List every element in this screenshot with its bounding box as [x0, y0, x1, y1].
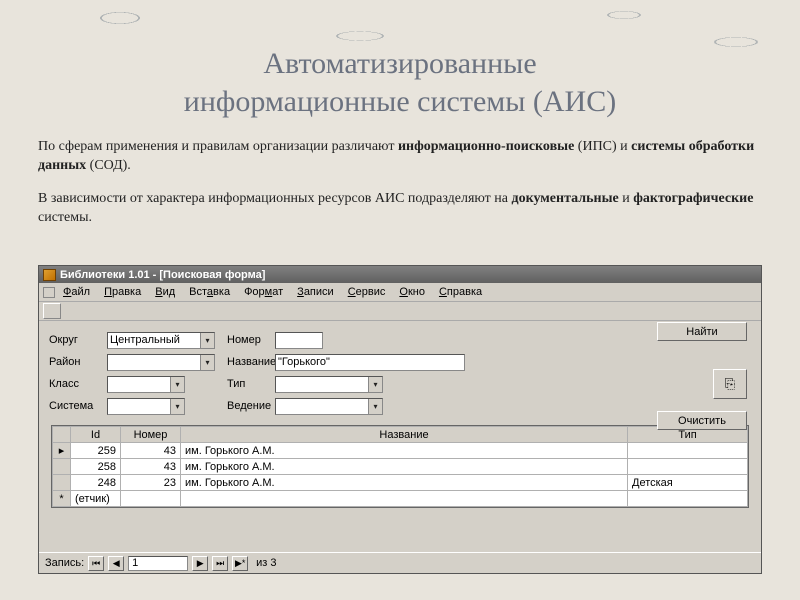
nav-last-icon[interactable]: ⏭ [212, 556, 228, 571]
mdi-icon [43, 287, 55, 298]
combo-okrug[interactable]: Центральный [107, 332, 215, 349]
nav-prev-icon[interactable]: ◀ [108, 556, 124, 571]
toolbar-button[interactable] [145, 303, 163, 319]
label-nomer: Номер [215, 334, 275, 346]
body-text: По сферам применения и правилам организа… [0, 120, 800, 228]
menu-records[interactable]: Записи [291, 285, 340, 299]
label-rayon: Район [49, 356, 107, 368]
window-title: Библиотеки 1.01 - [Поисковая форма] [60, 269, 265, 281]
combo-tip[interactable] [275, 376, 383, 393]
chevron-down-icon[interactable] [170, 377, 184, 392]
exit-button[interactable]: ⎘ [713, 369, 747, 399]
chevron-down-icon[interactable] [200, 333, 214, 348]
col-id[interactable]: Id [71, 427, 121, 443]
app-icon [43, 269, 56, 281]
toolbar-button[interactable] [382, 303, 400, 319]
row-header [53, 427, 71, 443]
toolbar [39, 302, 761, 321]
toolbar-button[interactable] [209, 303, 227, 319]
toolbar-button[interactable] [427, 303, 445, 319]
menu-format[interactable]: Формат [238, 285, 289, 299]
menu-help[interactable]: Справка [433, 285, 488, 299]
col-nazvanie[interactable]: Название [181, 427, 628, 443]
label-klass: Класс [49, 378, 107, 390]
toolbar-button[interactable] [318, 303, 336, 319]
toolbar-button[interactable] [107, 303, 125, 319]
titlebar: Библиотеки 1.01 - [Поисковая форма] [39, 266, 761, 283]
combo-rayon[interactable] [107, 354, 215, 371]
toolbar-button[interactable] [446, 303, 464, 319]
toolbar-button[interactable] [337, 303, 355, 319]
toolbar-button[interactable] [43, 303, 61, 319]
chevron-down-icon[interactable] [200, 355, 214, 370]
combo-sistema[interactable] [107, 398, 185, 415]
exit-icon: ⎘ [725, 376, 735, 392]
toolbar-button[interactable] [62, 303, 80, 319]
label-okrug: Округ [49, 334, 107, 346]
toolbar-button[interactable] [273, 303, 291, 319]
find-button[interactable]: Найти [657, 322, 747, 341]
menu-tools[interactable]: Сервис [342, 285, 392, 299]
input-nomer[interactable] [275, 332, 323, 349]
table-row[interactable]: 258 43 им. Горького А.М. [53, 459, 748, 475]
record-total: из 3 [252, 557, 276, 569]
menu-edit[interactable]: Правка [98, 285, 147, 299]
toolbar-button[interactable] [81, 303, 99, 319]
label-nazvanie: Название [215, 356, 275, 368]
toolbar-button[interactable] [190, 303, 208, 319]
results-grid[interactable]: Id Номер Название Тип ▸ 259 43 им. Горьк… [51, 425, 749, 508]
menubar: Файл Правка Вид Вставка Формат Записи Се… [39, 283, 761, 302]
toolbar-button[interactable] [164, 303, 182, 319]
clear-button[interactable]: Очистить [657, 411, 747, 430]
nav-new-icon[interactable]: ▶* [232, 556, 248, 571]
chevron-down-icon[interactable] [368, 377, 382, 392]
label-tip: Тип [215, 378, 275, 390]
menu-file[interactable]: Файл [57, 285, 96, 299]
menu-insert[interactable]: Вставка [183, 285, 236, 299]
toolbar-button[interactable] [292, 303, 310, 319]
table-row[interactable]: 248 23 им. Горького А.М. Детская [53, 475, 748, 491]
label-vedenie: Ведение [215, 400, 275, 412]
menu-view[interactable]: Вид [149, 285, 181, 299]
col-nomer[interactable]: Номер [121, 427, 181, 443]
row-selector-icon[interactable]: ▸ [53, 443, 71, 459]
toolbar-button[interactable] [235, 303, 253, 319]
chevron-down-icon[interactable] [170, 399, 184, 414]
search-form: Округ Центральный Номер Район Название "… [39, 321, 761, 421]
table-row[interactable]: ▸ 259 43 им. Горького А.М. [53, 443, 748, 459]
app-window: Библиотеки 1.01 - [Поисковая форма] Файл… [38, 265, 762, 574]
toolbar-button[interactable] [356, 303, 374, 319]
toolbar-button[interactable] [126, 303, 144, 319]
toolbar-button[interactable] [254, 303, 272, 319]
table-row-new[interactable]: * (етчик) [53, 491, 748, 507]
record-label: Запись: [45, 557, 84, 569]
new-row-icon: * [53, 491, 71, 507]
combo-klass[interactable] [107, 376, 185, 393]
label-sistema: Система [49, 400, 107, 412]
input-nazvanie[interactable]: "Горького" [275, 354, 465, 371]
combo-vedenie[interactable] [275, 398, 383, 415]
record-navigator: Запись: ⏮ ◀ 1 ▶ ⏭ ▶* из 3 [39, 552, 761, 573]
menu-window[interactable]: Окно [393, 285, 431, 299]
chevron-down-icon[interactable] [368, 399, 382, 414]
nav-first-icon[interactable]: ⏮ [88, 556, 104, 571]
toolbar-button[interactable] [401, 303, 419, 319]
record-position[interactable]: 1 [128, 556, 188, 571]
nav-next-icon[interactable]: ▶ [192, 556, 208, 571]
